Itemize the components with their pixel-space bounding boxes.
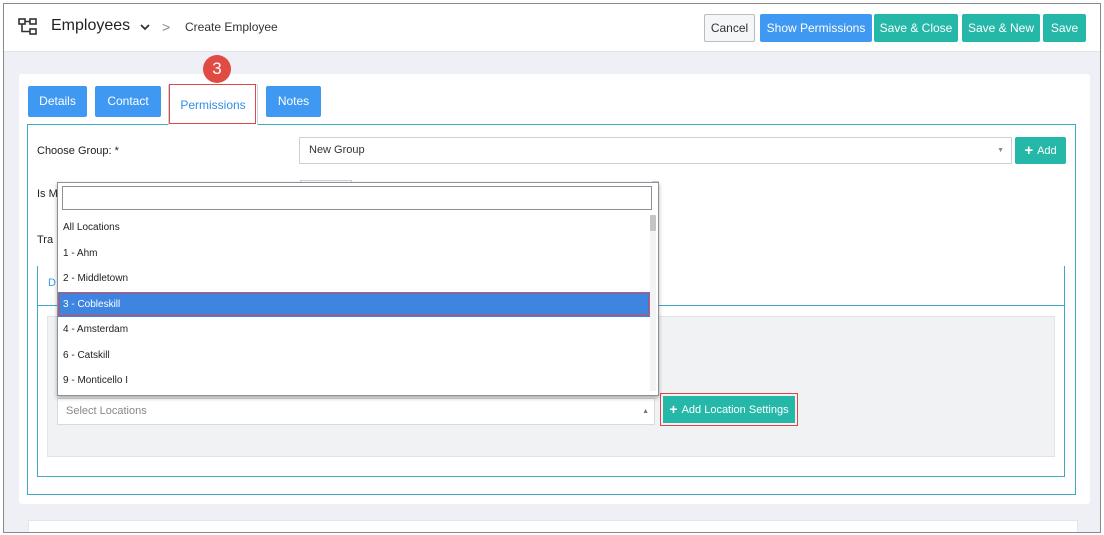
plus-icon: +	[669, 401, 678, 417]
dropdown-option[interactable]: 9 - Monticello I	[58, 368, 650, 394]
add-group-label: Add	[1037, 145, 1057, 157]
dropdown-option[interactable]: 2 - Middletown	[58, 266, 650, 292]
add-location-settings-button[interactable]: + Add Location Settings	[663, 396, 795, 423]
chevron-down-icon[interactable]	[138, 21, 152, 33]
subtab-label[interactable]: D	[48, 277, 56, 289]
choose-group-value: New Group	[309, 144, 365, 156]
show-permissions-button[interactable]: Show Permissions	[760, 14, 872, 42]
add-location-settings-label: Add Location Settings	[681, 404, 789, 416]
caret-down-icon: ▼	[997, 147, 1004, 154]
tab-notes[interactable]: Notes	[266, 86, 321, 117]
dropdown-scrollbar[interactable]	[650, 215, 656, 391]
add-group-button[interactable]: + Add	[1015, 137, 1066, 164]
cancel-button[interactable]: Cancel	[704, 14, 755, 42]
page-header: Employees > Create Employee Cancel Show …	[4, 4, 1100, 52]
module-title[interactable]: Employees	[51, 17, 130, 35]
dropdown-scrollbar-thumb[interactable]	[650, 215, 656, 231]
save-new-button[interactable]: Save & New	[962, 14, 1040, 42]
choose-group-select[interactable]: New Group ▼	[299, 137, 1012, 164]
select-locations-placeholder: Select Locations	[66, 405, 147, 417]
step-badge: 3	[203, 55, 231, 83]
save-button[interactable]: Save	[1043, 14, 1086, 42]
dropdown-option-selected[interactable]: 3 - Cobleskill	[58, 291, 650, 317]
plus-icon: +	[1024, 142, 1034, 159]
add-location-highlight: + Add Location Settings	[660, 393, 798, 426]
tab-contact[interactable]: Contact	[95, 86, 161, 117]
breadcrumb-separator: >	[162, 19, 171, 35]
dropdown-list: All Locations 1 - Ahm 2 - Middletown 3 -…	[58, 215, 650, 394]
dropdown-option[interactable]: 4 - Amsterdam	[58, 317, 650, 343]
caret-up-icon: ▲	[642, 408, 649, 415]
dropdown-search-input[interactable]	[62, 186, 652, 210]
select-locations-input[interactable]: Select Locations ▲	[57, 398, 655, 425]
save-close-button[interactable]: Save & Close	[874, 14, 958, 42]
dropdown-option[interactable]: All Locations	[58, 215, 650, 241]
dropdown-option[interactable]: 6 - Catskill	[58, 343, 650, 369]
choose-group-label: Choose Group: *	[37, 145, 119, 157]
breadcrumb: Create Employee	[185, 20, 278, 34]
transfer-label: Tra	[37, 234, 54, 246]
tab-details[interactable]: Details	[28, 86, 87, 117]
hierarchy-icon	[18, 18, 37, 35]
locations-dropdown: All Locations 1 - Ahm 2 - Middletown 3 -…	[57, 182, 659, 396]
is-manager-label: Is M	[37, 188, 58, 200]
secondary-card	[28, 520, 1078, 532]
dropdown-option[interactable]: 1 - Ahm	[58, 241, 650, 267]
tab-permissions[interactable]: Permissions	[168, 84, 258, 125]
